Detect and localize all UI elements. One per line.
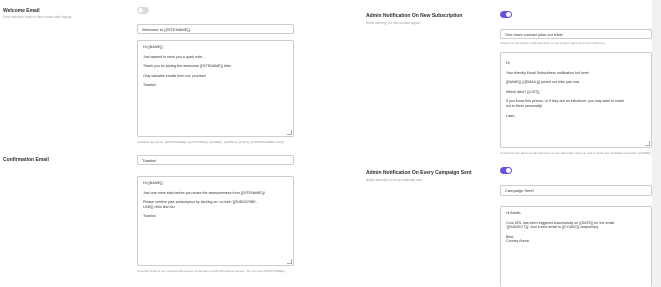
welcome-body-line: Thank you for joining the awesome {{SITE… xyxy=(143,64,232,69)
toggle-knob xyxy=(506,12,511,17)
confirmation-help-text: If Double Optin is set, contacts will re… xyxy=(137,269,287,273)
admin-subscription-help-text: Content for the admin email whenever a n… xyxy=(500,151,654,155)
resize-grip-icon[interactable] xyxy=(287,259,292,264)
confirmation-body-line: Just one more step before you share the … xyxy=(143,190,265,195)
welcome-help-text: Available tag words: {{FIRSTNAME}}, {{LA… xyxy=(137,140,284,144)
admin-campaign-toggle[interactable] xyxy=(500,167,512,174)
admin-subscription-title: Admin Notification On New Subscription xyxy=(366,13,463,19)
admin-subscription-body-textarea[interactable]: Hi, Your friendly Email Subscribers noti… xyxy=(500,52,652,148)
admin-subscription-description: Notify admin(s) for new contact signup xyxy=(366,21,421,25)
welcome-email-toggle[interactable] xyxy=(137,7,149,14)
admin-campaign-body-textarea[interactable]: Hi Admin, Cron URL has been triggered su… xyxy=(500,206,652,287)
admin-campaign-title: Admin Notification On Every Campaign Sen… xyxy=(366,170,472,176)
admin-subscription-body-line: Later... xyxy=(506,113,517,118)
toggle-knob xyxy=(138,8,143,13)
resize-grip-icon[interactable] xyxy=(287,130,292,135)
confirmation-body-line: LINK}}'>this link</a> xyxy=(143,204,176,209)
admin-campaign-body-line: Conney Arena xyxy=(506,239,529,244)
admin-subscription-body-line: Your friendly Email Subscribers notifica… xyxy=(506,70,590,75)
welcome-subject-input[interactable]: Welcome to {{SITENAME}} xyxy=(137,24,294,34)
admin-subscription-subject-input[interactable]: One more contact joins our tribe! xyxy=(500,29,652,39)
admin-subscription-body-line: Hi, xyxy=(506,61,511,65)
admin-campaign-body-line: '{{SUBJECT}}'. And it sent email to {{CO… xyxy=(506,225,600,230)
confirmation-subject-input[interactable]: Thanks! xyxy=(137,155,294,165)
confirmation-body-line: Thanks! xyxy=(143,214,156,219)
admin-subscription-body-line: Which list/s? {{LIST}} xyxy=(506,89,540,94)
toggle-knob xyxy=(506,168,511,173)
welcome-email-description: Send welcome email to new contact after … xyxy=(3,15,72,19)
admin-subscription-body-line: out to them personally! xyxy=(506,103,543,108)
admin-campaign-subject-input[interactable]: Campaign Sent! xyxy=(500,185,652,196)
admin-campaign-description: Notify admin(s) on every campaign sent xyxy=(366,178,423,182)
confirmation-body-line: Hi {{NAME}}, xyxy=(143,181,164,185)
welcome-body-line: Thanks! xyxy=(143,83,156,88)
confirmation-email-title: Confirmation Email xyxy=(3,157,49,163)
resize-grip-icon[interactable] xyxy=(645,141,650,146)
confirmation-body-textarea[interactable]: Hi {{NAME}}, Just one more step before y… xyxy=(137,176,294,266)
admin-subscription-body-line: {{NAME}} ({{EMAIL}}) joined our tribe ju… xyxy=(506,80,580,85)
admin-subscription-field-help: Subject for the admin email whenever a n… xyxy=(500,41,605,45)
welcome-email-title: Welcome Email xyxy=(3,8,40,14)
admin-campaign-body-line: Hi Admin, xyxy=(506,211,522,215)
admin-subscription-toggle[interactable] xyxy=(500,11,512,18)
page-scrollbar[interactable] xyxy=(652,0,661,287)
welcome-body-textarea[interactable]: Hi {{NAME}}, Just wanted to send you a q… xyxy=(137,40,294,137)
welcome-body-line: Hi {{NAME}}, xyxy=(143,45,164,49)
welcome-body-line: Only valuable emails from me, promise! xyxy=(143,73,207,78)
welcome-body-line: Just wanted to send you a quick note... xyxy=(143,54,206,59)
